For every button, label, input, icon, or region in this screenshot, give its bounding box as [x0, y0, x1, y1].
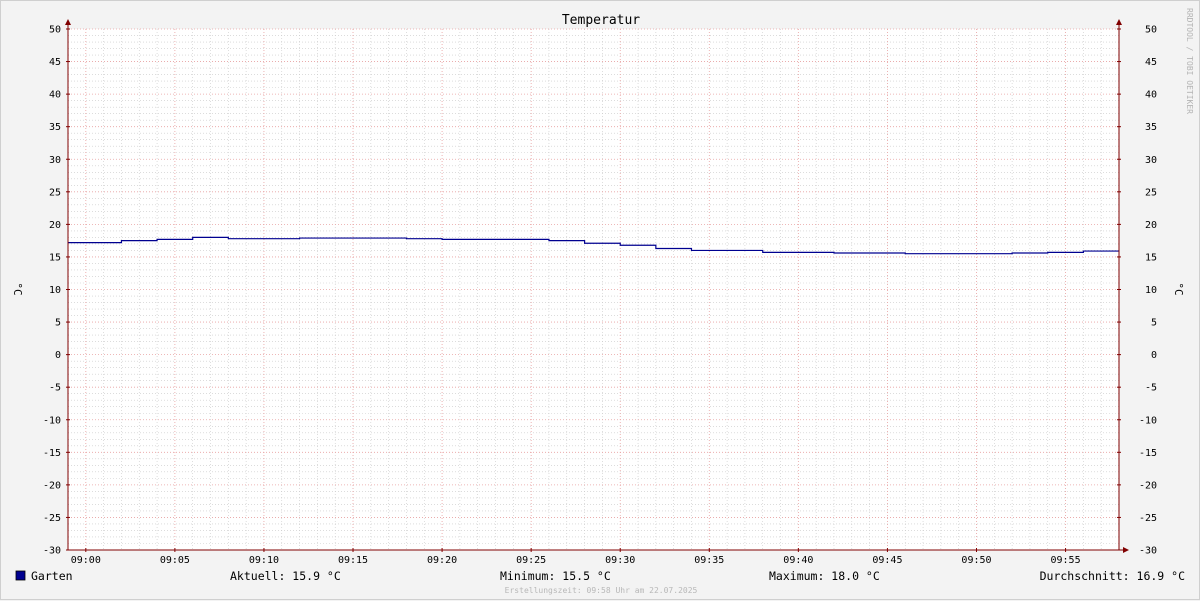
y-tick-label-left: 0: [55, 350, 61, 361]
y-tick-label-left: -5: [49, 383, 61, 394]
x-tick-label: 09:20: [427, 555, 457, 566]
y-tick-label-left: -30: [43, 546, 61, 557]
legend-maximum: Maximum: 18.0 °C: [769, 569, 880, 583]
y-tick-label-right: 35: [1145, 122, 1157, 133]
y-tick-label-left: 40: [49, 90, 61, 101]
y-tick-label-right: 40: [1145, 90, 1157, 101]
x-tick-label: 09:45: [872, 555, 902, 566]
x-tick-label: 09:15: [338, 555, 368, 566]
y-tick-label-left: 30: [49, 155, 61, 166]
x-tick-label: 09:10: [249, 555, 279, 566]
chart-title: Temperatur: [562, 13, 640, 28]
y-tick-label-left: -20: [43, 480, 61, 491]
legend-minimum: Minimum: 15.5 °C: [500, 569, 611, 583]
y-tick-label-left: 50: [49, 25, 61, 36]
y-axis-right-arrow: [1116, 19, 1122, 25]
temperature-chart: 50454035302520151050-5-10-15-20-25-30 50…: [11, 8, 1194, 595]
y-tick-label-right: 5: [1151, 318, 1157, 329]
x-axis-tick-labels: 09:00 09:05 09:10 09:15 09:20 09:25 09:30 09:35…: [71, 555, 1081, 566]
x-tick-label: 09:30: [605, 555, 635, 566]
y-tick-label-left: 15: [49, 252, 61, 263]
y-tick-label-right: 45: [1145, 57, 1157, 68]
creation-time-note: Erstellungszeit: 09:58 Uhr am 22.07.2025: [505, 586, 698, 595]
y-tick-label-right: 25: [1145, 187, 1157, 198]
y-tick-label-left: -10: [43, 415, 61, 426]
y-tick-label-right: 30: [1145, 155, 1157, 166]
y-tick-label-right: 50: [1145, 25, 1157, 36]
y-tick-label-left: 25: [49, 187, 61, 198]
y-tick-label-right: 20: [1145, 220, 1157, 231]
legend-current: Aktuell: 15.9 °C: [230, 569, 341, 583]
y-tick-label-right: -10: [1139, 415, 1157, 426]
watermark: RRDTOOL / TOBI OETIKER: [1185, 8, 1194, 114]
chart-frame: 50 45 40 35 30 25 20 15 10 5 0 -5 -10 -15 -20 -25 -30 50…: [0, 0, 1200, 600]
y-tick-label-left: 35: [49, 122, 61, 133]
y-tick-label-right: 0: [1151, 350, 1157, 361]
y-tick-label-left: 45: [49, 57, 61, 68]
x-tick-label: 09:40: [783, 555, 813, 566]
legend-swatch: [15, 570, 26, 581]
y-tick-label-right: -5: [1145, 383, 1157, 394]
x-tick-label: 09:25: [516, 555, 546, 566]
y-tick-label-right: -15: [1139, 448, 1157, 459]
y-tick-label-right: -20: [1139, 480, 1157, 491]
legend-average: Durchschnitt: 16.9 °C: [1040, 569, 1185, 583]
x-tick-label: 09:50: [961, 555, 991, 566]
y-tick-label-right: -25: [1139, 513, 1157, 524]
x-tick-label: 09:35: [694, 555, 724, 566]
y-axis-label-right: °C: [1172, 282, 1185, 295]
y-tick-label-right: 10: [1145, 285, 1157, 296]
legend-series-name: Garten: [31, 569, 73, 583]
x-tick-label: 09:00: [71, 555, 101, 566]
y-axis-left-tick-labels: 50454035302520151050-5-10-15-20-25-30: [43, 25, 61, 557]
y-tick-label-left: -25: [43, 513, 61, 524]
y-axis-right-tick-labels: 50454035302520151050-5-10-15-20-25-30: [1139, 25, 1157, 557]
y-tick-label-left: 5: [55, 318, 61, 329]
y-axis-left-arrow: [65, 19, 71, 25]
y-tick-label-left: -15: [43, 448, 61, 459]
y-tick-label-right: -30: [1139, 546, 1157, 557]
y-axis-label-left: °C: [11, 282, 24, 295]
y-tick-label-left: 20: [49, 220, 61, 231]
y-tick-label-left: 10: [49, 285, 61, 296]
y-tick-label-right: 15: [1145, 252, 1157, 263]
x-tick-label: 09:55: [1051, 555, 1081, 566]
x-axis-arrow: [1123, 547, 1129, 553]
x-tick-label: 09:05: [160, 555, 190, 566]
